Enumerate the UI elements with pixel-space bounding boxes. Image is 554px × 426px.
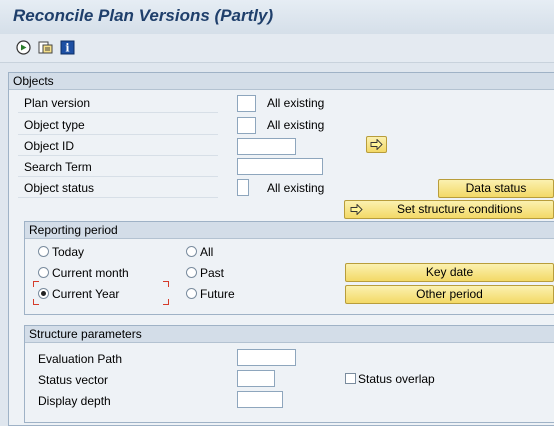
arrow-right-icon [370,138,383,151]
status-overlap-checkbox[interactable] [345,373,356,384]
radio-current-year[interactable] [38,288,49,299]
radio-today[interactable] [38,246,49,257]
application-toolbar: i [0,34,554,63]
plan-version-field[interactable] [237,95,256,112]
divider [18,112,218,113]
evaluation-path-field[interactable] [237,349,296,366]
object-id-field[interactable] [237,138,296,155]
divider [18,176,218,177]
multiple-selection-button[interactable] [366,136,387,153]
divider [18,197,218,198]
plan-version-label: Plan version [24,96,91,110]
key-date-button[interactable]: Key date [345,263,554,282]
objects-header: Objects [9,73,554,90]
reporting-period-header: Reporting period [25,222,554,239]
page-title: Reconcile Plan Versions (Partly) [13,6,274,25]
focus-marker [33,299,39,305]
radio-today-label: Today [52,245,85,259]
object-status-field[interactable] [237,179,249,196]
radio-future-label: Future [200,287,235,301]
object-type-label: Object type [24,118,85,132]
radio-current-year-label: Current Year [52,287,120,301]
set-structure-conditions-button[interactable]: Set structure conditions [344,200,554,219]
svg-text:i: i [65,42,69,55]
radio-current-month-label: Current month [52,266,129,280]
status-vector-field[interactable] [237,370,275,387]
radio-past[interactable] [186,267,197,278]
arrow-right-icon [350,204,363,215]
plan-version-hint: All existing [267,96,325,110]
status-vector-label: Status vector [38,373,109,387]
radio-past-label: Past [200,266,225,280]
radio-all[interactable] [186,246,197,257]
structure-parameters-header: Structure parameters [25,326,554,343]
object-type-hint: All existing [267,118,325,132]
execute-icon[interactable] [16,40,31,55]
object-type-field[interactable] [237,117,256,134]
radio-current-month[interactable] [38,267,49,278]
object-id-label: Object ID [24,139,75,153]
radio-future[interactable] [186,288,197,299]
info-icon[interactable]: i [60,40,75,55]
object-status-label: Object status [24,181,95,195]
other-period-button[interactable]: Other period [345,285,554,304]
status-overlap-label: Status overlap [358,372,435,386]
focus-marker [163,299,169,305]
title-bar: Reconcile Plan Versions (Partly) [0,0,554,34]
radio-all-label: All [200,245,214,259]
divider [18,134,218,135]
display-depth-label: Display depth [38,394,111,408]
display-depth-field[interactable] [237,391,283,408]
divider [18,155,218,156]
evaluation-path-label: Evaluation Path [38,352,123,366]
data-status-button[interactable]: Data status [438,179,554,198]
focus-marker [33,281,39,287]
object-status-hint: All existing [267,181,325,195]
search-term-label: Search Term [24,160,92,174]
search-term-field[interactable] [237,158,323,175]
focus-marker [163,281,169,287]
set-structure-conditions-label: Set structure conditions [397,202,523,216]
variant-icon[interactable] [38,40,53,55]
